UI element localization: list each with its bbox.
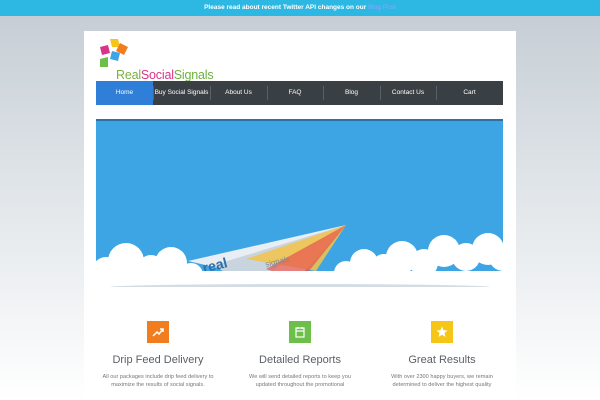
- logo-word-signals: Signals: [173, 68, 214, 82]
- announcement-text: Please read about recent Twitter API cha…: [204, 4, 367, 11]
- feature-detailed-reports: Detailed Reports We will send detailed r…: [230, 321, 370, 389]
- star-icon: [431, 321, 453, 343]
- feature-drip-feed: Drip Feed Delivery All our packages incl…: [88, 321, 228, 389]
- feature-text: With over 2300 happy buyers, we remain d…: [391, 374, 493, 388]
- logo-mark-icon: [100, 39, 128, 67]
- nav-item-about-us[interactable]: About Us: [210, 81, 267, 105]
- calendar-icon: [289, 321, 311, 343]
- nav-item-buy-social-signals[interactable]: Buy Social Signals: [153, 81, 210, 105]
- feature-text: We will send detailed reports to keep yo…: [249, 374, 351, 388]
- nav-item-cart[interactable]: Cart: [436, 81, 503, 105]
- main-nav: Home Buy Social Signals About Us FAQ Blo…: [96, 81, 503, 105]
- logo-word-social: Social: [140, 68, 174, 82]
- feature-title: Detailed Reports: [259, 354, 341, 366]
- trending-up-icon: [147, 321, 169, 343]
- nav-item-faq[interactable]: FAQ: [267, 81, 323, 105]
- logo-wordmark: RealSocialSignals: [116, 68, 214, 82]
- page-container: RealSocialSignals Home Buy Social Signal…: [84, 31, 516, 400]
- feature-title: Drip Feed Delivery: [112, 354, 204, 366]
- hero-banner: real signals: [96, 119, 503, 287]
- nav-item-blog[interactable]: Blog: [323, 81, 380, 105]
- nav-item-home[interactable]: Home: [96, 81, 153, 105]
- hero-illustration: real signals: [96, 225, 503, 287]
- feature-text: All our packages include drip feed deliv…: [102, 374, 214, 388]
- logo-word-real: Real: [116, 68, 141, 82]
- blog-post-link[interactable]: Blog Post: [368, 4, 396, 11]
- nav-item-contact-us[interactable]: Contact Us: [380, 81, 436, 105]
- site-logo[interactable]: RealSocialSignals: [96, 37, 214, 82]
- announcement-bar: Please read about recent Twitter API cha…: [0, 0, 600, 16]
- feature-great-results: Great Results With over 2300 happy buyer…: [372, 321, 512, 389]
- feature-title: Great Results: [408, 354, 476, 366]
